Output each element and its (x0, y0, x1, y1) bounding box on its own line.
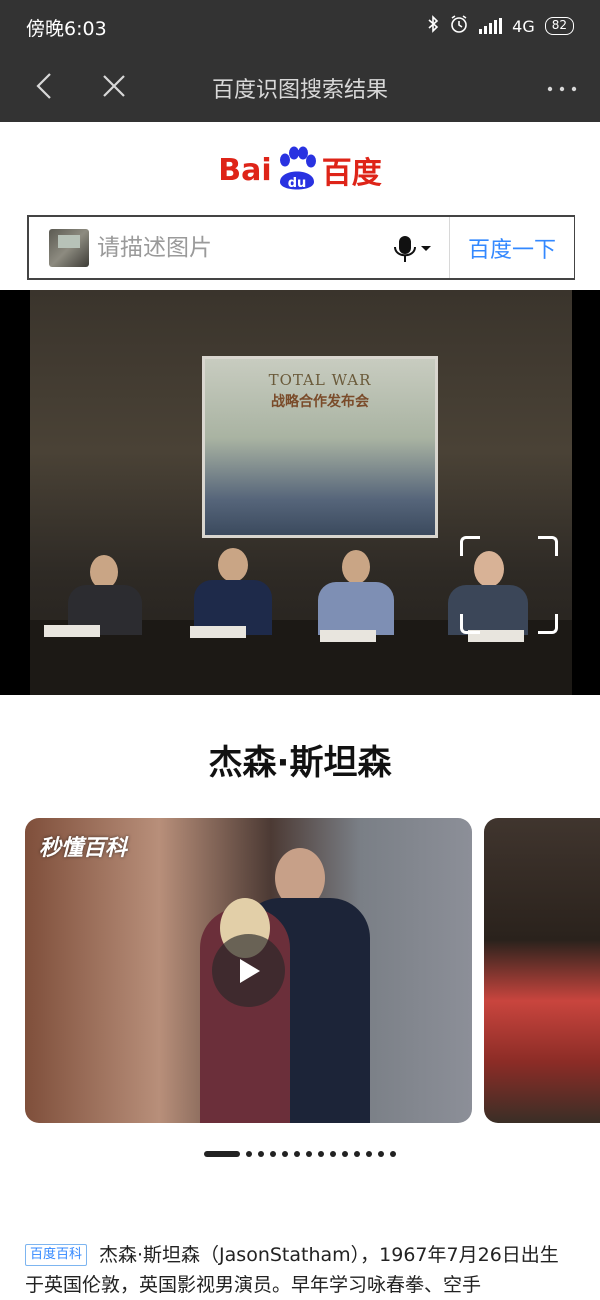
nameplate (44, 625, 100, 637)
brand-label: 秒懂百科 (39, 836, 128, 861)
more-horizontal-icon[interactable] (546, 72, 578, 100)
status-time: 傍晚6:03 (26, 18, 107, 40)
nameplate (320, 630, 376, 642)
pagination-dot[interactable] (258, 1151, 264, 1157)
video-card[interactable]: 秒懂百科 (25, 818, 472, 1123)
nameplate (190, 626, 246, 638)
pagination-dot[interactable] (354, 1151, 360, 1157)
network-label: 4G (512, 16, 535, 36)
status-icons: 4G 82 (427, 14, 574, 38)
pagination-dot[interactable] (306, 1151, 312, 1157)
query-image: TOTAL WAR 战略合作发布会 (0, 290, 600, 695)
video-card-next[interactable] (484, 818, 600, 1123)
search-button[interactable]: 百度一下 (450, 217, 574, 278)
pagination-dot[interactable] (318, 1151, 324, 1157)
search-input[interactable] (97, 231, 377, 265)
alarm-icon (449, 14, 469, 38)
pagination-dot[interactable] (330, 1151, 336, 1157)
carousel-pagination (0, 1149, 600, 1159)
pagination-dot-active[interactable] (204, 1151, 240, 1157)
page-title: 百度识图搜索结果 (211, 78, 388, 103)
encyclopedia-description: 百度百科 杰森·斯坦森（JasonStatham），1967年7月26日出生于英国… (25, 1240, 575, 1300)
microphone-icon[interactable] (391, 233, 439, 265)
logo-paw-text: du (287, 176, 306, 191)
pagination-dot[interactable] (390, 1151, 396, 1157)
screen-title: TOTAL WAR (268, 371, 372, 389)
person-3 (310, 542, 400, 635)
face-selection-frame[interactable] (460, 536, 558, 634)
pagination-dot[interactable] (366, 1151, 372, 1157)
screen-subtitle: 战略合作发布会 (271, 394, 369, 410)
logo-text-right: 百度 (321, 156, 382, 191)
baidu-logo: Bai du 百度 (0, 142, 600, 198)
play-icon[interactable] (212, 934, 285, 1007)
battery-indicator: 82 (544, 17, 574, 35)
person-1 (60, 545, 150, 635)
description-text: 杰森·斯坦森（JasonStatham），1967年7月26日出生于英国伦敦，英… (25, 1244, 559, 1296)
pagination-dot[interactable] (342, 1151, 348, 1157)
pagination-dot[interactable] (282, 1151, 288, 1157)
status-bar: 傍晚6:03 4G 82 (0, 0, 600, 52)
pagination-dot[interactable] (270, 1151, 276, 1157)
pagination-dot[interactable] (378, 1151, 384, 1157)
bluetooth-icon (427, 15, 439, 37)
projector-screen: TOTAL WAR 战略合作发布会 (202, 356, 438, 538)
person-2 (188, 540, 278, 635)
pagination-dot[interactable] (294, 1151, 300, 1157)
paw-icon: du (274, 146, 320, 194)
search-image-thumbnail[interactable] (49, 229, 89, 267)
signal-icon (479, 18, 503, 34)
search-box: 百度一下 (27, 215, 575, 280)
logo-text-left: Bai (218, 152, 272, 188)
source-badge[interactable]: 百度百科 (25, 1244, 88, 1266)
result-title: 杰森·斯坦森 (208, 743, 392, 783)
nav-bar: 百度识图搜索结果 (0, 52, 600, 122)
pagination-dot[interactable] (246, 1151, 252, 1157)
